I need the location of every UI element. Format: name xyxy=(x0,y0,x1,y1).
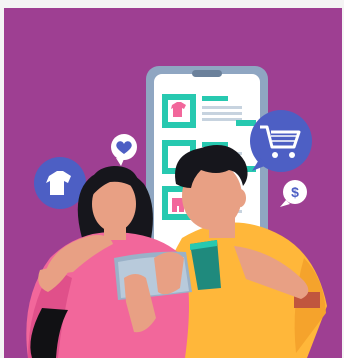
illustration-canvas: $ xyxy=(26,66,327,358)
dollar-symbol: $ xyxy=(291,184,299,200)
dollar-icon: $ xyxy=(280,180,307,207)
tshirt-icon xyxy=(34,157,86,209)
shopping-cart-icon xyxy=(250,110,312,172)
shopping-illustration: $ xyxy=(4,8,342,358)
heart-icon xyxy=(111,134,137,166)
image-frame: $ xyxy=(0,0,344,358)
